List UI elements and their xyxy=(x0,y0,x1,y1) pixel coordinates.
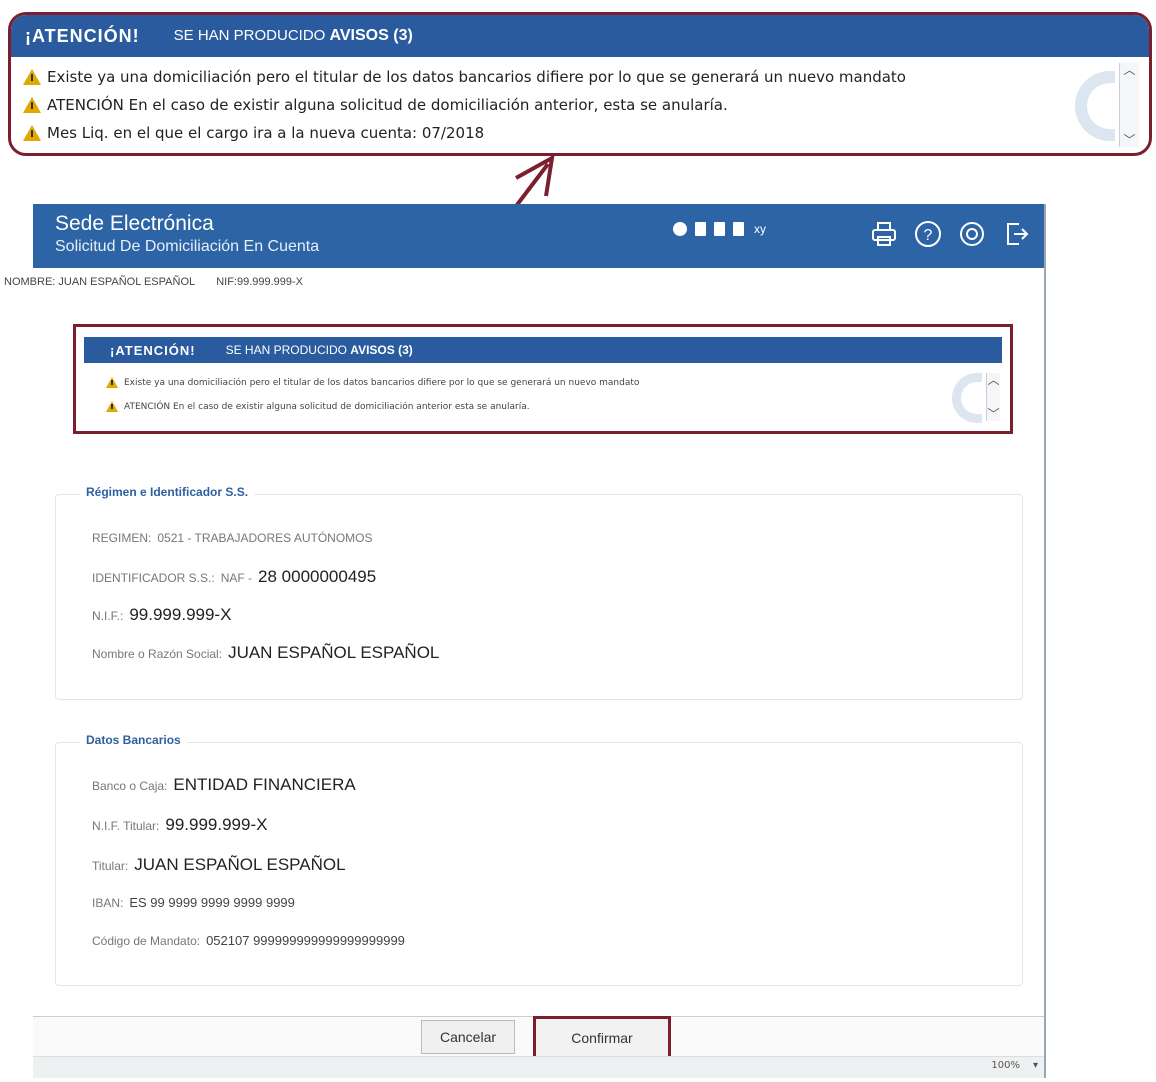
banco-value: ENTIDAD FINANCIERA xyxy=(173,775,356,794)
inner-warning-message-text: ATENCIÓN En el caso de existir alguna so… xyxy=(124,401,530,412)
app-header: Sede Electrónica Solicitud De Domiciliac… xyxy=(33,204,1044,268)
chevron-down-icon[interactable]: ﹀ xyxy=(987,407,999,421)
inner-warning-subtitle-text: SE HAN PRODUCIDO xyxy=(225,343,347,357)
iban-value: ES 99 9999 9999 9999 9999 xyxy=(129,895,295,910)
inner-warning-message-text: Existe ya una domiciliación pero el titu… xyxy=(124,377,640,388)
mandato-row: Código de Mandato: 052107 99999999999999… xyxy=(92,933,405,948)
warning-subtitle: SE HAN PRODUCIDO AVISOS (3) xyxy=(174,27,413,45)
status-bar: 100% ▾ xyxy=(33,1056,1044,1078)
regimen-legend: Régimen e Identificador S.S. xyxy=(80,485,255,499)
bancarios-fieldset: Datos Bancarios Banco o Caja: ENTIDAD FI… xyxy=(55,733,1023,986)
iban-label: IBAN: xyxy=(92,896,124,910)
nif-value: 99.999.999-X xyxy=(129,605,232,624)
banco-label: Banco o Caja: xyxy=(92,779,168,793)
confirm-button[interactable]: Confirmar xyxy=(533,1016,671,1060)
warning-message-text: Mes Liq. en el que el cargo ira a la nue… xyxy=(47,124,485,142)
print-icon[interactable] xyxy=(868,218,900,250)
inner-warning-box: ¡ATENCIÓN! SE HAN PRODUCIDO AVISOS (3) E… xyxy=(73,324,1013,434)
text-document-icon[interactable] xyxy=(733,222,744,236)
iban-row: IBAN: ES 99 9999 9999 9999 9999 xyxy=(92,895,295,910)
warning-message: Existe ya una domiciliación pero el titu… xyxy=(11,63,1149,91)
identificador-row: IDENTIFICADOR S.S.: NAF - 28 0000000495 xyxy=(92,567,376,587)
warning-subtitle-text: SE HAN PRODUCIDO xyxy=(173,27,326,44)
main-toolbar: ? xyxy=(868,218,1032,250)
warning-attention-title: ¡ATENCIÓN! xyxy=(25,25,140,46)
regimen-row: REGIMEN: 0521 - TRABAJADORES AUTÓNOMOS xyxy=(92,531,373,545)
nif-titular-row: N.I.F. Titular: 99.999.999-X xyxy=(92,815,267,835)
warning-triangle-icon xyxy=(23,97,41,113)
warning-message: Mes Liq. en el que el cargo ira a la nue… xyxy=(11,119,1149,147)
nombre-value: JUAN ESPAÑOL ESPAÑOL xyxy=(228,643,440,662)
zoom-level[interactable]: 100% xyxy=(991,1060,1020,1071)
user-info-line: NOMBRE: JUAN ESPAÑOL ESPAÑOL NIF:99.999.… xyxy=(4,276,321,288)
inner-warning-scrollbar[interactable]: ︿ ﹀ xyxy=(986,373,1000,421)
inner-warning-header: ¡ATENCIÓN! SE HAN PRODUCIDO AVISOS (3) xyxy=(84,337,1002,363)
identificador-value: 28 0000000495 xyxy=(258,567,377,586)
warning-avisos-count: AVISOS (3) xyxy=(329,27,413,44)
mandato-label: Código de Mandato: xyxy=(92,934,201,948)
warning-message: ATENCIÓN En el caso de existir alguna so… xyxy=(11,91,1149,119)
callout-arrow-head xyxy=(515,154,555,197)
logout-icon[interactable] xyxy=(1000,218,1032,250)
document-icon[interactable] xyxy=(695,222,706,236)
warning-message-text: Existe ya una domiciliación pero el titu… xyxy=(47,68,906,86)
titular-label: Titular: xyxy=(92,859,129,873)
nif-titular-value: 99.999.999-X xyxy=(165,815,268,834)
nombre-row: Nombre o Razón Social: JUAN ESPAÑOL ESPA… xyxy=(92,643,439,663)
accessibility-toolbar: xy xyxy=(673,222,766,236)
warning-message-text: ATENCIÓN En el caso de existir alguna so… xyxy=(47,96,728,114)
bookmark-icon[interactable] xyxy=(714,222,725,236)
inner-warning-message: ATENCIÓN En el caso de existir alguna so… xyxy=(106,401,530,412)
titular-value: JUAN ESPAÑOL ESPAÑOL xyxy=(134,855,346,874)
regimen-label: REGIMEN: xyxy=(92,531,152,545)
chevron-down-icon[interactable]: ﹀ xyxy=(1123,133,1135,147)
chevron-up-icon[interactable]: ︿ xyxy=(1123,63,1135,77)
warning-triangle-icon xyxy=(23,69,41,85)
warning-header-bar: ¡ATENCIÓN! SE HAN PRODUCIDO AVISOS (3) xyxy=(11,15,1149,57)
identificador-prefix: NAF - xyxy=(220,571,253,585)
user-nif: NIF:99.999.999-X xyxy=(216,276,304,288)
nif-label: N.I.F.: xyxy=(92,609,124,623)
mandato-value: 052107 999999999999999999999 xyxy=(206,933,405,948)
language-icon[interactable] xyxy=(673,222,687,236)
bancarios-legend: Datos Bancarios xyxy=(80,733,187,747)
user-name: NOMBRE: JUAN ESPAÑOL ESPAÑOL xyxy=(4,276,196,288)
app-title: Sede Electrónica xyxy=(55,212,214,235)
warning-triangle-icon xyxy=(106,401,118,412)
cancel-button[interactable]: Cancelar xyxy=(421,1020,515,1054)
zoom-dropdown-icon[interactable]: ▾ xyxy=(1033,1060,1038,1071)
inner-warning-message: Existe ya una domiciliación pero el titu… xyxy=(106,377,639,388)
xy-icon[interactable]: xy xyxy=(754,222,766,236)
banco-row: Banco o Caja: ENTIDAD FINANCIERA xyxy=(92,775,356,795)
inner-warning-attention: ¡ATENCIÓN! xyxy=(110,342,196,358)
warning-triangle-icon xyxy=(23,125,41,141)
nombre-label: Nombre o Razón Social: xyxy=(92,647,223,661)
svg-text:?: ? xyxy=(924,227,933,244)
regimen-value: 0521 - TRABAJADORES AUTÓNOMOS xyxy=(157,531,373,545)
watermark-logo-icon xyxy=(952,373,982,423)
help-icon[interactable]: ? xyxy=(912,218,944,250)
warning-scrollbar[interactable]: ︿ ﹀ xyxy=(1119,63,1139,147)
lifebuoy-icon[interactable] xyxy=(956,218,988,250)
regimen-fieldset: Régimen e Identificador S.S. REGIMEN: 05… xyxy=(55,485,1023,700)
identificador-label: IDENTIFICADOR S.S.: xyxy=(92,571,215,585)
titular-row: Titular: JUAN ESPAÑOL ESPAÑOL xyxy=(92,855,346,875)
app-window: Sede Electrónica Solicitud De Domiciliac… xyxy=(4,204,1046,1078)
zoomed-warning-callout: ¡ATENCIÓN! SE HAN PRODUCIDO AVISOS (3) E… xyxy=(8,12,1152,156)
nif-row: N.I.F.: 99.999.999-X xyxy=(92,605,231,625)
warning-message-list: Existe ya una domiciliación pero el titu… xyxy=(11,57,1149,153)
chevron-up-icon[interactable]: ︿ xyxy=(987,373,999,387)
page-title: Solicitud De Domiciliación En Cuenta xyxy=(55,238,320,255)
warning-triangle-icon xyxy=(106,377,118,388)
inner-warning-avisos: AVISOS (3) xyxy=(350,343,413,357)
nif-titular-label: N.I.F. Titular: xyxy=(92,819,160,833)
inner-warning-subtitle: SE HAN PRODUCIDO AVISOS (3) xyxy=(226,343,413,357)
